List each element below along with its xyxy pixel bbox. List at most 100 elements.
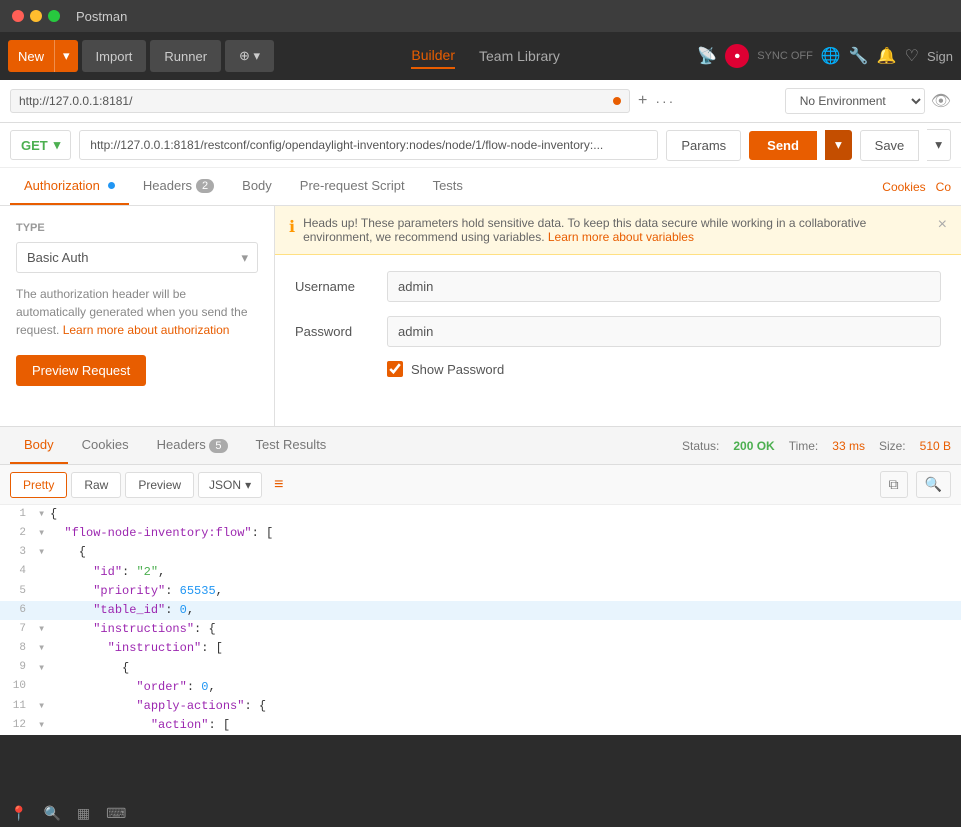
line-number: 5	[6, 583, 38, 601]
line-content: "instructions": {	[50, 620, 216, 639]
collapse-arrow[interactable]: ▾	[38, 543, 50, 562]
resp-tab-headers[interactable]: Headers 5	[143, 427, 242, 464]
preview-button[interactable]: Preview	[125, 472, 194, 498]
tab-headers[interactable]: Headers 2	[129, 168, 228, 205]
alert-learn-more-link[interactable]: Learn more about variables	[548, 230, 694, 244]
json-line: 2▾ "flow-node-inventory:flow": [	[0, 524, 961, 543]
resp-tab-cookies[interactable]: Cookies	[68, 427, 143, 464]
line-content: "flow-node-inventory:flow": [	[50, 524, 273, 543]
save-button[interactable]: Save	[860, 130, 920, 161]
format-select[interactable]: JSON ▾	[198, 472, 262, 498]
import-button[interactable]: Import	[82, 40, 147, 72]
method-select[interactable]: GET ▾	[10, 130, 71, 160]
username-input[interactable]	[387, 271, 941, 302]
location-icon[interactable]: 📍	[10, 805, 27, 822]
show-password-checkbox[interactable]	[387, 361, 403, 377]
line-number: 6	[6, 602, 38, 620]
new-button[interactable]: New ▾	[8, 40, 78, 72]
auth-description: The authorization header will be automat…	[16, 285, 258, 339]
search-bottom-icon[interactable]: 🔍	[43, 805, 60, 822]
env-eye-icon[interactable]: 👁	[931, 91, 951, 111]
response-actions: ⧉ 🔍	[880, 471, 951, 498]
collapse-arrow[interactable]: ▾	[38, 716, 50, 735]
url-bar: http://127.0.0.1:8181/ + ··· No Environm…	[0, 80, 961, 123]
sign-button[interactable]: Sign	[927, 49, 953, 64]
new-tab-button[interactable]: +	[638, 92, 647, 110]
line-content: "priority": 65535,	[50, 582, 223, 601]
heart-icon[interactable]: ♡	[905, 46, 919, 66]
auth-dot	[108, 182, 115, 189]
size-label: Size:	[879, 439, 906, 453]
resp-headers-badge: 5	[209, 439, 227, 453]
collapse-arrow[interactable]: ▾	[38, 639, 50, 658]
raw-button[interactable]: Raw	[71, 472, 121, 498]
preview-request-button[interactable]: Preview Request	[16, 355, 146, 386]
minimize-button[interactable]	[30, 10, 42, 22]
alert-close-button[interactable]: ×	[938, 216, 947, 234]
format-arrow: ▾	[245, 478, 251, 492]
auth-type-select[interactable]: Basic Auth	[16, 242, 258, 273]
tab-tests[interactable]: Tests	[419, 168, 477, 205]
active-tab[interactable]: http://127.0.0.1:8181/	[10, 89, 630, 113]
collapse-arrow[interactable]: ▾	[38, 505, 50, 524]
send-dropdown[interactable]: ▾	[825, 130, 852, 160]
request-bar: GET ▾ Params Send ▾ Save ▾	[0, 123, 961, 168]
title-bar: Postman	[0, 0, 961, 32]
line-content: {	[50, 543, 86, 562]
wrench-icon[interactable]: 🔧	[849, 46, 869, 66]
alert-banner: ℹ Heads up! These parameters hold sensit…	[275, 206, 961, 255]
runner-button[interactable]: Runner	[150, 40, 221, 72]
collapse-arrow[interactable]: ▾	[38, 697, 50, 716]
collapse-arrow[interactable]: ▾	[38, 524, 50, 543]
save-dropdown[interactable]: ▾	[927, 129, 951, 161]
code-link[interactable]: Co	[936, 180, 951, 194]
tab-prerequest[interactable]: Pre-request Script	[286, 168, 419, 205]
copy-button[interactable]: ⧉	[880, 471, 908, 498]
builder-tab[interactable]: Builder	[411, 43, 455, 69]
line-number: 8	[6, 640, 38, 658]
interceptor-button[interactable]: ⊕ ▾	[225, 40, 274, 72]
auth-left-panel: TYPE Basic Auth The authorization header…	[0, 206, 275, 426]
username-label: Username	[295, 279, 375, 294]
collapse-arrow[interactable]: ▾	[38, 659, 50, 678]
layout-icon[interactable]: ▦	[77, 805, 90, 822]
sync-icon[interactable]: ⏺	[725, 44, 749, 68]
tab-url-text: http://127.0.0.1:8181/	[19, 94, 607, 108]
collapse-arrow	[38, 563, 50, 582]
alert-icon: ℹ	[289, 217, 295, 237]
keyboard-icon[interactable]: ⌨	[106, 805, 126, 822]
send-button[interactable]: Send	[749, 131, 817, 160]
pretty-button[interactable]: Pretty	[10, 472, 67, 498]
json-line: 6 "table_id": 0,	[0, 601, 961, 620]
collapse-arrow[interactable]: ▾	[38, 620, 50, 639]
params-button[interactable]: Params	[666, 130, 741, 161]
environment-select[interactable]: No Environment	[785, 88, 925, 114]
resp-tab-body[interactable]: Body	[10, 427, 68, 464]
status-label: Status:	[682, 439, 719, 453]
auth-content: TYPE Basic Auth The authorization header…	[0, 206, 961, 426]
json-line: 12▾ "action": [	[0, 716, 961, 735]
auth-learn-more-link[interactable]: Learn more about authorization	[63, 323, 230, 337]
bell-icon[interactable]: 🔔	[877, 46, 897, 66]
tab-body[interactable]: Body	[228, 168, 286, 205]
collapse-arrow	[38, 678, 50, 697]
json-line: 9▾ {	[0, 659, 961, 678]
more-tabs-button[interactable]: ···	[655, 93, 675, 109]
cookies-link[interactable]: Cookies	[882, 180, 925, 194]
collapse-arrow	[38, 601, 50, 620]
tab-authorization[interactable]: Authorization	[10, 168, 129, 205]
globe-icon[interactable]: 🌐	[821, 46, 841, 66]
close-button[interactable]	[12, 10, 24, 22]
auth-right-panel: ℹ Heads up! These parameters hold sensit…	[275, 206, 961, 426]
json-line: 11▾ "apply-actions": {	[0, 697, 961, 716]
line-content: "action": [	[50, 716, 230, 735]
bottom-bar: 📍 🔍 ▦ ⌨	[0, 799, 961, 827]
search-button[interactable]: 🔍	[916, 471, 951, 498]
team-library-tab[interactable]: Team Library	[479, 44, 560, 68]
url-input[interactable]	[79, 130, 658, 160]
word-wrap-icon[interactable]: ≡	[274, 476, 283, 494]
password-input[interactable]	[387, 316, 941, 347]
maximize-button[interactable]	[48, 10, 60, 22]
new-dropdown-arrow[interactable]: ▾	[54, 40, 78, 72]
resp-tab-test-results[interactable]: Test Results	[242, 427, 341, 464]
